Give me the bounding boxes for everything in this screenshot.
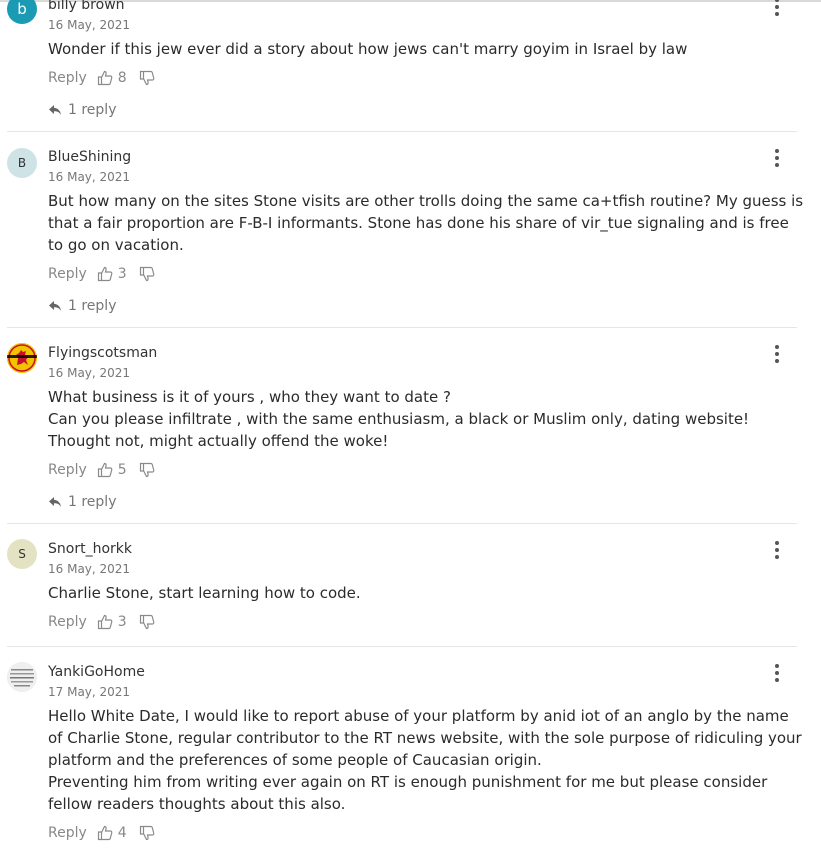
lion-rampant-icon <box>7 343 37 373</box>
thumbs-down-icon[interactable] <box>139 825 155 841</box>
comment-divider <box>7 131 797 132</box>
avatar[interactable] <box>7 343 37 373</box>
comment-text: But how many on the sites Stone visits a… <box>48 190 804 256</box>
reply-arrow-icon <box>49 105 61 115</box>
comment-line: Wonder if this jew ever did a story abou… <box>48 40 688 58</box>
view-replies-link[interactable]: 1 reply <box>48 102 116 118</box>
comment-line: of Charlie Stone, regular contributor to… <box>48 729 802 747</box>
avatar[interactable]: B <box>7 148 37 178</box>
avatar[interactable]: S <box>7 539 37 569</box>
thumbs-up-icon[interactable] <box>97 462 113 478</box>
comment-author[interactable]: BlueShining <box>48 149 131 165</box>
comment-line: But how many on the sites Stone visits a… <box>48 192 804 210</box>
avatar-letter: b <box>17 0 27 18</box>
reply-count: 1 reply <box>68 102 117 118</box>
comment-line: that a fair proportion are F-B-I informa… <box>48 214 789 232</box>
reply-count: 1 reply <box>68 494 117 510</box>
comment-line: Can you please infiltrate , with the sam… <box>48 410 750 428</box>
reply-button[interactable]: Reply <box>48 462 87 478</box>
more-options-icon[interactable] <box>770 345 784 363</box>
avatar-letter: B <box>17 156 27 170</box>
view-replies-link[interactable]: 1 reply <box>48 298 116 314</box>
comment-text: Hello White Date, I would like to report… <box>48 705 802 815</box>
thumbs-down-icon[interactable] <box>139 70 155 86</box>
comment-line: Thought not, might actually offend the w… <box>48 432 389 450</box>
view-replies-link[interactable]: 1 reply <box>48 494 116 510</box>
comment-actions: Reply 4 <box>48 825 155 841</box>
reply-button[interactable]: Reply <box>48 70 87 86</box>
comment-date: 16 May, 2021 <box>48 18 131 32</box>
like-count: 3 <box>117 614 127 630</box>
comment-actions: Reply 3 <box>48 266 155 282</box>
thumbs-up-icon[interactable] <box>97 825 113 841</box>
comment-date: 16 May, 2021 <box>48 170 131 184</box>
comment-text: Charlie Stone, start learning how to cod… <box>48 582 758 604</box>
thumbs-down-icon[interactable] <box>139 266 155 282</box>
comment-divider <box>7 327 797 328</box>
reply-arrow-icon <box>49 497 61 507</box>
comment-actions: Reply 3 <box>48 614 155 630</box>
reply-button[interactable]: Reply <box>48 614 87 630</box>
comment-line: fellow readers thoughts about this also. <box>48 795 346 813</box>
thumbs-up-icon[interactable] <box>97 614 113 630</box>
comment-line: Hello White Date, I would like to report… <box>48 707 789 725</box>
avatar-letter: S <box>18 547 26 561</box>
thumbs-up-icon[interactable] <box>97 266 113 282</box>
comment-date: 16 May, 2021 <box>48 366 131 380</box>
like-count: 5 <box>117 462 127 478</box>
comment-author[interactable]: billy brown <box>48 0 125 13</box>
comment-line: Charlie Stone, start learning how to cod… <box>48 584 361 602</box>
comment-text: What business is it of yours , who they … <box>48 386 758 452</box>
more-options-icon[interactable] <box>770 541 784 559</box>
text-image-avatar-icon <box>7 662 37 692</box>
reply-button[interactable]: Reply <box>48 266 87 282</box>
comment-text: Wonder if this jew ever did a story abou… <box>48 38 758 60</box>
avatar[interactable] <box>7 662 37 692</box>
comment-line: to go on vacation. <box>48 236 184 254</box>
thumbs-down-icon[interactable] <box>139 462 155 478</box>
thumbs-down-icon[interactable] <box>139 614 155 630</box>
comment-date: 17 May, 2021 <box>48 685 131 699</box>
more-options-icon[interactable] <box>770 664 784 682</box>
reply-button[interactable]: Reply <box>48 825 87 841</box>
comment-actions: Reply 5 <box>48 462 155 478</box>
comment-line: Preventing him from writing ever again o… <box>48 773 768 791</box>
like-count: 3 <box>117 266 127 282</box>
comment-divider <box>7 646 797 647</box>
comment-line: platform and the preferences of some peo… <box>48 751 542 769</box>
comment-author[interactable]: Flyingscotsman <box>48 345 157 361</box>
like-count: 4 <box>117 825 127 841</box>
thumbs-up-icon[interactable] <box>97 70 113 86</box>
avatar[interactable]: b <box>7 0 37 24</box>
more-options-icon[interactable] <box>770 0 784 16</box>
comment-author[interactable]: Snort_horkk <box>48 541 132 557</box>
comment-actions: Reply 8 <box>48 70 155 86</box>
reply-count: 1 reply <box>68 298 117 314</box>
like-count: 8 <box>117 70 127 86</box>
reply-arrow-icon <box>49 301 61 311</box>
more-options-icon[interactable] <box>770 149 784 167</box>
comment-line: What business is it of yours , who they … <box>48 388 451 406</box>
comment-divider <box>7 523 797 524</box>
comment-date: 16 May, 2021 <box>48 562 131 576</box>
comment-author[interactable]: YankiGoHome <box>48 664 145 680</box>
